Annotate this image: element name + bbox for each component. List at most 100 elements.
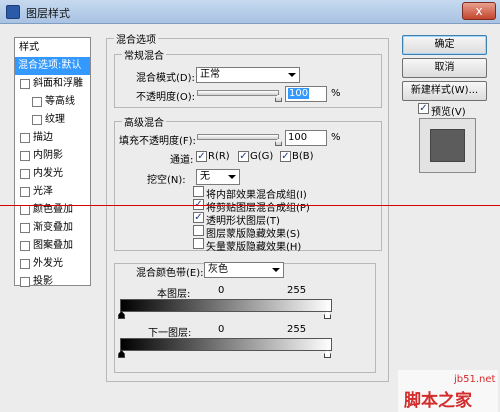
channels-label: 通道:	[170, 155, 194, 166]
chevron-down-icon	[228, 175, 236, 179]
sidebar-item-label: 纹理	[45, 114, 65, 125]
sidebar-item-label: 外发光	[33, 258, 63, 269]
sidebar-item-contour[interactable]: 等高线	[15, 93, 90, 111]
sidebar-item-label: 投影	[33, 276, 53, 287]
transparency-shapes-layer-checkbox[interactable]: ✓	[193, 212, 204, 223]
channel-b-label: B(B)	[292, 151, 314, 162]
knockout-select[interactable]: 无	[196, 169, 240, 185]
this-layer-gradient-bar	[120, 299, 332, 312]
channel-b-checkbox[interactable]: ✓	[280, 151, 291, 162]
sidebar-item-label: 颜色叠加	[33, 204, 73, 215]
advanced-blending-title: 高级混合	[122, 114, 166, 129]
sidebar-item-outer-glow[interactable]: 外发光	[15, 255, 90, 273]
sidebar-item-stroke[interactable]: 描边	[15, 129, 90, 147]
checkbox-icon[interactable]	[20, 223, 30, 233]
checkbox-icon[interactable]	[32, 115, 42, 125]
fill-opacity-unit: %	[331, 132, 341, 143]
ok-button[interactable]: 确定	[402, 35, 487, 55]
blend-if-value: 灰色	[208, 264, 228, 275]
watermark-name: 脚本之家	[404, 391, 472, 411]
checkbox-icon[interactable]	[20, 241, 30, 251]
checkbox-icon[interactable]	[20, 169, 30, 179]
layer-mask-hides-effects-checkbox[interactable]	[193, 225, 204, 236]
this-layer-label: 本图层:	[157, 289, 191, 300]
fill-opacity-value: 100	[288, 132, 308, 143]
underlying-layer-gradient-bar	[120, 338, 332, 351]
channel-r-checkbox[interactable]: ✓	[196, 151, 207, 162]
vector-mask-hides-effects-label: 矢量蒙版隐藏效果(H)	[206, 242, 302, 253]
sidebar-item-label: 混合选项:默认	[18, 60, 82, 71]
blend-interior-effects-checkbox[interactable]	[193, 186, 204, 197]
annotation-line	[0, 205, 500, 206]
checkbox-icon[interactable]	[20, 187, 30, 197]
channel-g-checkbox[interactable]: ✓	[238, 151, 249, 162]
sidebar-item-inner-shadow[interactable]: 内阴影	[15, 147, 90, 165]
sidebar-item-label: 斜面和浮雕	[33, 78, 83, 89]
opacity-label: 不透明度(O):	[136, 92, 196, 103]
opacity-slider-track[interactable]	[197, 90, 279, 96]
sidebar-item-satin[interactable]: 光泽	[15, 183, 90, 201]
underlying-layer-min: 0	[218, 324, 225, 335]
sidebar-item-label: 内发光	[33, 168, 63, 179]
fill-opacity-input[interactable]: 100	[285, 130, 327, 146]
watermark-site: jb51.net	[454, 374, 496, 385]
sidebar-item-label: 内阴影	[33, 150, 63, 161]
checkbox-icon[interactable]	[20, 133, 30, 143]
opacity-input[interactable]: 100	[285, 86, 327, 102]
sidebar-header-styles[interactable]: 样式	[15, 39, 90, 57]
window-title: 图层样式	[26, 7, 70, 20]
close-button[interactable]: x	[462, 2, 496, 20]
sidebar-item-texture[interactable]: 纹理	[15, 111, 90, 129]
knockout-value: 无	[200, 171, 210, 182]
blend-mode-label: 混合模式(D):	[136, 73, 195, 84]
sidebar-item-bevel-emboss[interactable]: 斜面和浮雕	[15, 75, 90, 93]
checkbox-icon[interactable]	[20, 259, 30, 269]
checkbox-icon[interactable]	[20, 151, 30, 161]
cancel-button[interactable]: 取消	[402, 58, 487, 78]
checkbox-icon[interactable]	[20, 79, 30, 89]
sidebar-item-label: 渐变叠加	[33, 222, 73, 233]
fill-opacity-slider-track[interactable]	[197, 134, 279, 140]
this-layer-min: 0	[218, 285, 225, 296]
chevron-down-icon	[272, 268, 280, 272]
blending-options-title: 混合选项	[114, 31, 158, 46]
blend-mode-select[interactable]: 正常	[196, 67, 300, 83]
sidebar-item-label: 描边	[33, 132, 53, 143]
style-preview-swatch	[430, 129, 465, 162]
checkbox-icon[interactable]	[20, 205, 30, 215]
checkbox-icon[interactable]	[20, 277, 30, 287]
sidebar-item-color-overlay[interactable]: 颜色叠加	[15, 201, 90, 219]
underlying-layer-max: 255	[287, 324, 307, 335]
preview-label: 预览(V)	[431, 107, 466, 118]
new-style-button[interactable]: 新建样式(W)...	[402, 81, 487, 101]
title-bar	[0, 0, 500, 24]
vector-mask-hides-effects-checkbox[interactable]	[193, 238, 204, 249]
sidebar-item-pattern-overlay[interactable]: 图案叠加	[15, 237, 90, 255]
underlying-layer-label: 下一图层:	[148, 328, 192, 339]
knockout-label: 挖空(N):	[147, 175, 186, 186]
sidebar-item-gradient-overlay[interactable]: 渐变叠加	[15, 219, 90, 237]
chevron-down-icon	[288, 73, 296, 77]
photoshop-app-icon	[6, 5, 20, 19]
blend-if-select[interactable]: 灰色	[204, 262, 284, 278]
opacity-unit: %	[331, 88, 341, 99]
sidebar-item-label: 光泽	[33, 186, 53, 197]
general-blending-title: 常规混合	[122, 47, 166, 62]
sidebar-item-drop-shadow[interactable]: 投影	[15, 273, 90, 291]
styles-list: 样式 混合选项:默认 斜面和浮雕 等高线 纹理 描边 内阴影 内发光 光泽 颜色…	[14, 37, 91, 287]
opacity-value: 100	[288, 88, 310, 99]
blend-if-label: 混合颜色带(E):	[136, 268, 204, 279]
sidebar-item-blending-options[interactable]: 混合选项:默认	[15, 57, 90, 75]
this-layer-max: 255	[287, 285, 307, 296]
channel-g-label: G(G)	[250, 151, 274, 162]
channel-r-label: R(R)	[208, 151, 230, 162]
fill-opacity-label: 填充不透明度(F):	[119, 136, 196, 147]
blend-if-group	[114, 263, 376, 373]
checkbox-icon[interactable]	[32, 97, 42, 107]
blend-mode-value: 正常	[200, 69, 220, 80]
preview-checkbox[interactable]: ✓	[418, 103, 429, 114]
sidebar-item-inner-glow[interactable]: 内发光	[15, 165, 90, 183]
sidebar-item-label: 等高线	[45, 96, 75, 107]
sidebar-header-label: 样式	[19, 42, 39, 53]
sidebar-item-label: 图案叠加	[33, 240, 73, 251]
